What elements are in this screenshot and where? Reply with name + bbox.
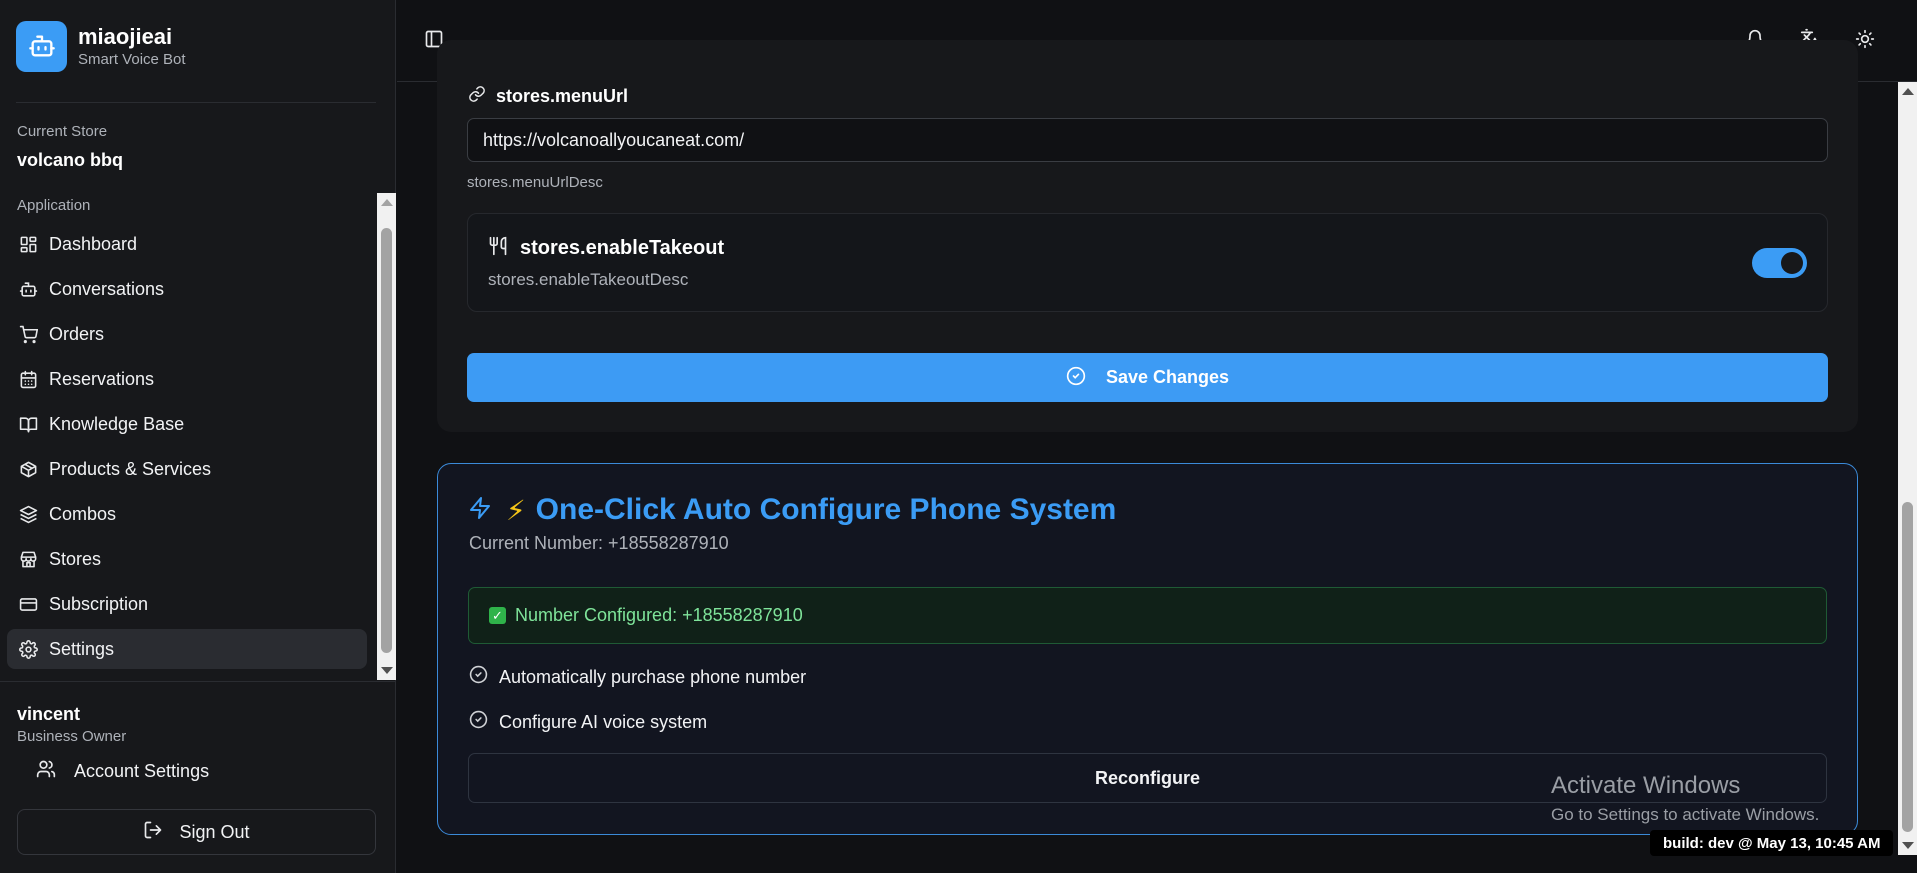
auto-configure-heading: One-Click Auto Configure Phone System <box>535 493 1117 526</box>
sidebar-nav: Dashboard Conversations Orders Reservati… <box>7 224 367 674</box>
bot-logo-icon <box>16 20 67 72</box>
takeout-title: stores.enableTakeout <box>488 236 724 261</box>
sidebar-item-label: Orders <box>49 323 105 344</box>
sidebar-item-label: Stores <box>49 548 102 569</box>
sidebar-item-combos[interactable]: Combos <box>7 494 367 534</box>
account-settings-label: Account Settings <box>74 760 210 781</box>
build-badge: build: dev @ May 13, 10:45 AM <box>1650 830 1894 856</box>
step-configure-voice: Configure AI voice system <box>469 710 707 734</box>
scrollbar-thumb[interactable] <box>381 228 392 653</box>
scroll-down-icon[interactable] <box>381 667 393 674</box>
menu-url-field-title: stores.menuUrl <box>468 85 628 108</box>
sidebar-item-orders[interactable]: Orders <box>7 314 367 354</box>
divider <box>0 681 396 682</box>
credit-card-icon <box>18 594 38 614</box>
windows-activation-subtitle: Go to Settings to activate Windows. <box>1551 805 1820 824</box>
current-store-label: Current Store <box>17 123 108 140</box>
sidebar-item-label: Reservations <box>49 368 155 389</box>
sidebar-item-settings[interactable]: Settings <box>7 629 367 669</box>
bot-icon <box>18 279 38 299</box>
save-changes-button[interactable]: Save Changes <box>467 353 1828 402</box>
step-label: Automatically purchase phone number <box>499 666 807 687</box>
takeout-setting-box <box>467 213 1828 312</box>
lightning-emoji: ⚡ <box>506 494 526 526</box>
sun-icon <box>1855 29 1875 54</box>
sidebar-item-conversations[interactable]: Conversations <box>7 269 367 309</box>
brand-name: miaojieai <box>78 23 173 49</box>
check-circle-icon <box>469 710 488 734</box>
step-purchase-number: Automatically purchase phone number <box>469 665 806 689</box>
sidebar-item-label: Settings <box>49 638 115 659</box>
scroll-up-icon[interactable] <box>381 199 393 206</box>
user-role: Business Owner <box>17 728 127 745</box>
sidebar-item-knowledge-base[interactable]: Knowledge Base <box>7 404 367 444</box>
log-out-icon <box>143 820 163 845</box>
sidebar-item-label: Knowledge Base <box>49 413 185 434</box>
sidebar-item-dashboard[interactable]: Dashboard <box>7 224 367 264</box>
menu-url-description: stores.menuUrlDesc <box>467 174 603 191</box>
sidebar-item-products-services[interactable]: Products & Services <box>7 449 367 489</box>
store-icon <box>18 549 38 569</box>
menu-url-label: stores.menuUrl <box>496 86 629 106</box>
takeout-description: stores.enableTakeoutDesc <box>488 270 689 289</box>
link-icon <box>468 85 486 108</box>
sidebar: miaojieai Smart Voice Bot Current Store … <box>0 0 396 873</box>
nav-group-label: Application <box>17 197 91 214</box>
sidebar-item-label: Dashboard <box>49 233 138 254</box>
sidebar-item-stores[interactable]: Stores <box>7 539 367 579</box>
toggle-knob <box>1781 252 1803 274</box>
auto-configure-title: ⚡ One-Click Auto Configure Phone System <box>468 493 1116 527</box>
sidebar-item-label: Subscription <box>49 593 149 614</box>
reconfigure-label: Reconfigure <box>1094 767 1200 788</box>
layers-icon <box>18 504 38 524</box>
user-name: vincent <box>17 704 81 724</box>
scrollbar-thumb[interactable] <box>1902 502 1913 832</box>
scroll-up-icon[interactable] <box>1902 88 1914 95</box>
utensils-icon <box>488 236 508 261</box>
brand-subtitle: Smart Voice Bot <box>78 50 186 68</box>
sign-out-label: Sign Out <box>179 821 250 842</box>
takeout-toggle[interactable] <box>1752 248 1807 278</box>
sidebar-item-label: Conversations <box>49 278 165 299</box>
windows-activation-title: Activate Windows <box>1551 772 1741 799</box>
number-configured-text: Number Configured: +18558287910 <box>515 605 803 625</box>
check-circle-icon <box>1066 366 1086 389</box>
step-label: Configure AI voice system <box>499 711 708 732</box>
brand[interactable]: miaojieai Smart Voice Bot <box>16 20 186 72</box>
zap-icon <box>468 496 492 525</box>
sidebar-item-label: Products & Services <box>49 458 212 479</box>
scroll-down-icon[interactable] <box>1902 842 1914 849</box>
gear-icon <box>18 639 38 659</box>
number-configured-banner: ✓ Number Configured: +18558287910 <box>468 587 1827 644</box>
users-icon <box>36 759 56 784</box>
current-store-name[interactable]: volcano bbq <box>17 150 123 171</box>
menu-url-input[interactable] <box>467 118 1828 162</box>
current-number: Current Number: +18558287910 <box>469 533 729 553</box>
book-icon <box>18 414 38 434</box>
sign-out-button[interactable]: Sign Out <box>17 809 376 855</box>
package-icon <box>18 459 38 479</box>
divider <box>16 102 376 103</box>
account-settings-button[interactable]: Account Settings <box>36 756 209 786</box>
takeout-label: stores.enableTakeout <box>520 237 725 259</box>
checkmark-icon: ✓ <box>489 607 506 624</box>
cart-icon <box>18 324 38 344</box>
main-scrollbar[interactable] <box>1898 82 1917 855</box>
sidebar-item-label: Combos <box>49 503 117 524</box>
dashboard-icon <box>18 234 38 254</box>
sidebar-scrollbar[interactable] <box>377 193 396 680</box>
calendar-icon <box>18 369 38 389</box>
save-changes-label: Save Changes <box>1105 367 1230 387</box>
sidebar-item-reservations[interactable]: Reservations <box>7 359 367 399</box>
sidebar-item-subscription[interactable]: Subscription <box>7 584 367 624</box>
check-circle-icon <box>469 665 488 689</box>
